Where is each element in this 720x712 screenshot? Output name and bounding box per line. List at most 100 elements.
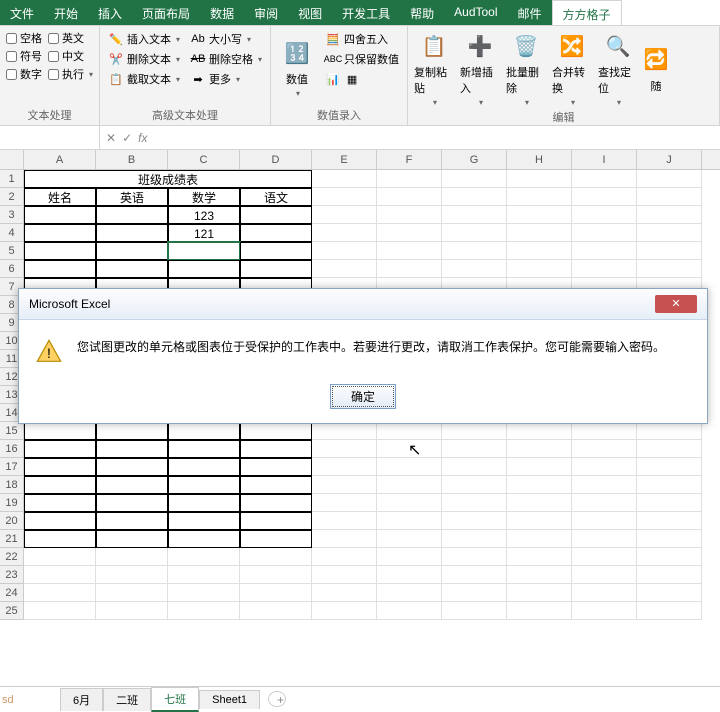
btn-insert-add[interactable]: ➕新增插入▾ — [460, 30, 500, 107]
cell[interactable] — [168, 584, 240, 602]
cell[interactable] — [637, 494, 702, 512]
cell[interactable] — [377, 422, 442, 440]
cell[interactable] — [312, 260, 377, 278]
dialog-close-button[interactable]: ✕ — [655, 295, 697, 313]
cell[interactable] — [24, 512, 96, 530]
cell[interactable] — [572, 260, 637, 278]
cell[interactable] — [96, 548, 168, 566]
btn-round[interactable]: 🧮四舍五入 — [323, 30, 401, 48]
cell[interactable] — [377, 548, 442, 566]
cell[interactable] — [24, 548, 96, 566]
cell[interactable] — [240, 584, 312, 602]
chk-chinese[interactable]: 中文 — [48, 48, 93, 64]
tab-dev[interactable]: 开发工具 — [332, 0, 400, 25]
name-box[interactable] — [0, 126, 100, 149]
cell[interactable] — [312, 440, 377, 458]
cell[interactable] — [312, 584, 377, 602]
cell[interactable] — [168, 242, 240, 260]
cell[interactable] — [637, 458, 702, 476]
btn-case[interactable]: Ab大小写▾ — [188, 30, 264, 48]
cell[interactable] — [572, 476, 637, 494]
row-header[interactable]: 21 — [0, 530, 24, 548]
cell[interactable] — [240, 602, 312, 620]
cell[interactable] — [24, 242, 96, 260]
cell[interactable] — [312, 458, 377, 476]
cell[interactable] — [442, 458, 507, 476]
row-header[interactable]: 15 — [0, 422, 24, 440]
cell[interactable] — [312, 422, 377, 440]
cell[interactable] — [507, 476, 572, 494]
cell[interactable] — [637, 170, 702, 188]
cell[interactable] — [637, 242, 702, 260]
cell[interactable] — [377, 512, 442, 530]
cell[interactable] — [572, 584, 637, 602]
tab-file[interactable]: 文件 — [0, 0, 44, 25]
col-B[interactable]: B — [96, 150, 168, 169]
col-E[interactable]: E — [312, 150, 377, 169]
cell[interactable] — [312, 512, 377, 530]
cell[interactable] — [312, 224, 377, 242]
cell[interactable] — [572, 206, 637, 224]
cell[interactable] — [442, 566, 507, 584]
chk-symbol[interactable]: 符号 — [6, 48, 42, 64]
cell[interactable] — [442, 170, 507, 188]
cell[interactable] — [240, 422, 312, 440]
btn-keep-num[interactable]: ABC只保留数值 — [323, 50, 401, 68]
btn-del-space[interactable]: AB删除空格▾ — [188, 50, 264, 68]
cell[interactable] — [240, 440, 312, 458]
cell[interactable] — [24, 458, 96, 476]
cell[interactable] — [507, 260, 572, 278]
row-header[interactable]: 19 — [0, 494, 24, 512]
cell[interactable] — [507, 494, 572, 512]
cell[interactable] — [572, 602, 637, 620]
chk-space[interactable]: 空格 — [6, 30, 42, 46]
cell[interactable] — [507, 206, 572, 224]
tab-mail[interactable]: 邮件 — [508, 0, 552, 25]
cell[interactable] — [572, 422, 637, 440]
cell[interactable] — [312, 602, 377, 620]
cell[interactable] — [507, 422, 572, 440]
formula-input[interactable] — [153, 136, 720, 140]
cell[interactable] — [168, 440, 240, 458]
cell[interactable] — [572, 530, 637, 548]
cell[interactable] — [507, 566, 572, 584]
cell[interactable] — [168, 422, 240, 440]
cell[interactable] — [637, 584, 702, 602]
cell[interactable] — [168, 458, 240, 476]
cell[interactable] — [442, 584, 507, 602]
cell[interactable] — [442, 602, 507, 620]
cell[interactable] — [96, 584, 168, 602]
cell[interactable] — [637, 548, 702, 566]
cell[interactable] — [637, 440, 702, 458]
cell[interactable] — [168, 512, 240, 530]
cell[interactable] — [377, 584, 442, 602]
btn-insert-text[interactable]: ✏️插入文本▾ — [106, 30, 182, 48]
cell[interactable] — [637, 476, 702, 494]
btn-copypaste[interactable]: 📋复制粘贴▾ — [414, 30, 454, 107]
row-header[interactable]: 1 — [0, 170, 24, 188]
row-header[interactable]: 2 — [0, 188, 24, 206]
cell[interactable] — [312, 530, 377, 548]
col-A[interactable]: A — [24, 150, 96, 169]
chk-english[interactable]: 英文 — [48, 30, 93, 46]
cell[interactable] — [377, 170, 442, 188]
cell[interactable] — [572, 242, 637, 260]
row-header[interactable]: 18 — [0, 476, 24, 494]
sheet-tab-sheet1[interactable]: Sheet1 — [199, 690, 260, 709]
tab-audtool[interactable]: AudTool — [444, 0, 507, 25]
cell[interactable]: 121 — [168, 224, 240, 242]
col-D[interactable]: D — [240, 150, 312, 169]
row-header[interactable]: 25 — [0, 602, 24, 620]
cell[interactable] — [312, 476, 377, 494]
cell[interactable] — [96, 242, 168, 260]
btn-num-opts[interactable]: 📊▦ — [323, 70, 401, 88]
cell[interactable] — [377, 224, 442, 242]
ok-button[interactable]: 确定 — [330, 384, 396, 409]
cell[interactable] — [377, 206, 442, 224]
cell[interactable] — [24, 422, 96, 440]
cell[interactable] — [442, 422, 507, 440]
cell[interactable] — [637, 530, 702, 548]
cell[interactable] — [442, 476, 507, 494]
cell[interactable] — [96, 260, 168, 278]
cell[interactable] — [507, 584, 572, 602]
